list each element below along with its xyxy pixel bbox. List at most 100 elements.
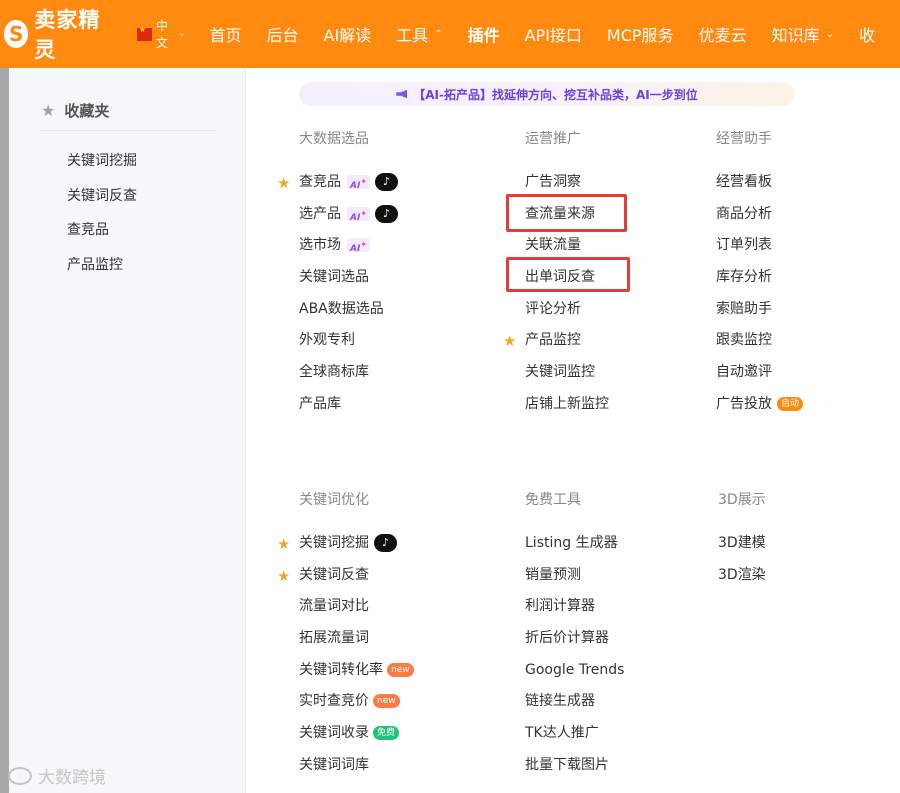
menu-item-keyword-reverse[interactable]: ★ 关键词反查	[277, 565, 414, 597]
section-title: 3D展示	[718, 492, 766, 508]
nav-label: MCP服务	[606, 26, 674, 45]
window-left-edge	[0, 68, 9, 793]
watermark-text: 大数跨境	[38, 768, 106, 788]
menu-item-label: 3D建模	[718, 535, 766, 551]
menu-item-label: 关键词词库	[299, 756, 369, 773]
menu-item-label: 全球商标库	[299, 364, 369, 381]
highlight-box-order-keyword	[506, 257, 630, 292]
nav-knowledge[interactable]: 知识库 ⌄	[772, 22, 834, 46]
star-icon[interactable]: ★	[277, 534, 290, 554]
star-icon: ★	[41, 101, 56, 120]
tiktok-icon: ♪	[374, 534, 397, 552]
menu-item-select-product[interactable]: 选产品 AI✦ ♪	[299, 204, 399, 236]
favorites-list: 关键词挖掘 关键词反查 查竞品 产品监控	[67, 151, 137, 289]
menu-item-google-trends[interactable]: Google Trends	[525, 660, 624, 692]
nav-label: API接口	[524, 26, 582, 45]
nav-tools[interactable]: 工具 ⌃	[396, 22, 442, 46]
menu-item-competitor[interactable]: ★ 查竞品 AI✦ ♪	[277, 172, 399, 204]
menu-item-order-list[interactable]: 订单列表	[716, 235, 803, 267]
menu-item-profit-calculator[interactable]: 利润计算器	[525, 596, 624, 628]
menu-item-inventory[interactable]: 库存分析	[716, 267, 803, 299]
top-nav-bar: S 卖家精灵 中文 ⌄ 首页 后台 AI解读 工具 ⌃ 插件 API接口 MCP服…	[0, 0, 900, 68]
menu-item-label: 产品库	[299, 395, 341, 412]
menu-item-keyword-mining[interactable]: ★ 关键词挖掘 ♪	[277, 533, 414, 565]
menu-item-3d-modeling[interactable]: 3D建模	[718, 533, 766, 565]
ai-badge-text: AI	[350, 212, 361, 223]
nav-label: 工具	[396, 26, 429, 45]
menu-item-realtime-bid[interactable]: 实时查竞价 new	[299, 691, 414, 723]
menu-item-design-patent[interactable]: 外观专利	[299, 330, 398, 362]
nav-api[interactable]: API接口	[525, 22, 582, 46]
nav-backend[interactable]: 后台	[266, 22, 298, 46]
language-label: 中文	[155, 19, 168, 50]
menu-item-hijack-monitor[interactable]: 跟卖监控	[716, 330, 803, 362]
menu-item-expand-keyword[interactable]: 拓展流量词	[299, 628, 414, 660]
menu-item-select-market[interactable]: 选市场 AI✦	[299, 235, 398, 267]
menu-item-keyword-conversion[interactable]: 关键词转化率 new	[299, 660, 414, 692]
menu-item-keyword-select[interactable]: 关键词选品	[299, 267, 398, 299]
menu-item-label: 库存分析	[716, 269, 772, 286]
menu-item-label: 折后价计算器	[525, 630, 609, 647]
tiktok-icon: ♪	[375, 173, 399, 191]
menu-item-ad-placement[interactable]: 广告投放 自动	[716, 394, 804, 426]
menu-item-bulk-image-download[interactable]: 批量下载图片	[525, 755, 624, 787]
nav-ai-insight[interactable]: AI解读	[324, 22, 372, 46]
menu-item-sales-forecast[interactable]: 销量预测	[525, 565, 624, 597]
section-business: 经营助手 经营看板 商品分析 订单列表 库存分析 索赔助手 跟卖监控 自动邀评 …	[716, 129, 804, 412]
section-title: 大数据选品	[299, 131, 369, 147]
menu-item-store-new-monitor[interactable]: 店铺上新监控	[525, 394, 609, 426]
nav-youmaiyun[interactable]: 优麦云	[699, 22, 747, 46]
favorite-item-keyword-mining[interactable]: 关键词挖掘	[67, 151, 137, 186]
menu-item-keyword-library[interactable]: 关键词词库	[299, 755, 414, 787]
section-big-data: 大数据选品 ★ 查竞品 AI✦ ♪ 选产品 AI✦ ♪ 选市场 AI✦ 关键词选…	[277, 129, 399, 412]
menu-item-aba-data[interactable]: ABA数据选品	[299, 299, 398, 331]
menu-item-dashboard[interactable]: 经营看板	[716, 172, 803, 204]
menu-item-label: 选产品	[299, 205, 341, 222]
divider	[39, 130, 215, 131]
nav-truncated[interactable]: 收	[859, 22, 875, 46]
menu-item-keyword-compare[interactable]: 流量词对比	[299, 596, 414, 628]
menu-item-listing-generator[interactable]: Listing 生成器	[525, 533, 624, 565]
menu-item-tk-influencer[interactable]: TK达人推广	[525, 723, 624, 755]
menu-item-link-generator[interactable]: 链接生成器	[525, 691, 624, 723]
menu-item-product-analysis[interactable]: 商品分析	[716, 204, 803, 236]
star-icon[interactable]: ★	[277, 173, 290, 193]
section-title: 经营助手	[716, 131, 772, 147]
nav-home[interactable]: 首页	[209, 22, 241, 46]
menu-item-claim-assistant[interactable]: 索赔助手	[716, 299, 803, 331]
brand-logo-icon: S	[4, 20, 29, 48]
favorite-item-keyword-reverse[interactable]: 关键词反查	[67, 186, 137, 221]
menu-item-label: 关键词收录	[299, 725, 369, 742]
ai-badge-text: AI	[350, 181, 361, 191]
star-icon[interactable]: ★	[277, 566, 290, 586]
menu-item-keyword-index[interactable]: 关键词收录 免费	[299, 723, 414, 755]
language-selector[interactable]: 中文 ⌄	[136, 17, 185, 51]
star-icon[interactable]: ★	[503, 331, 516, 351]
new-badge: new	[387, 662, 414, 677]
nav-label: 后台	[266, 26, 299, 45]
menu-item-keyword-monitor[interactable]: 关键词监控	[525, 362, 609, 394]
favorite-item-product-monitor[interactable]: 产品监控	[67, 255, 137, 290]
menu-item-3d-render[interactable]: 3D渲染	[718, 565, 766, 597]
menu-item-label: 3D渲染	[718, 566, 766, 583]
nav-label: 首页	[209, 26, 242, 45]
favorite-item-competitor[interactable]: 查竞品	[67, 220, 137, 255]
menu-item-discount-calculator[interactable]: 折后价计算器	[525, 628, 624, 660]
menu-item-product-db[interactable]: 产品库	[299, 394, 398, 426]
menu-item-label: 产品监控	[525, 332, 581, 349]
menu-item-label: 广告洞察	[525, 174, 581, 190]
chevron-up-icon: ⌃	[434, 28, 443, 40]
nav-plugin[interactable]: 插件	[468, 22, 500, 46]
nav-mcp[interactable]: MCP服务	[607, 22, 674, 46]
menu-item-product-monitor[interactable]: ★ 产品监控	[503, 330, 609, 362]
menu-item-auto-review[interactable]: 自动邀评	[716, 362, 803, 394]
menu-item-label: 商品分析	[716, 205, 772, 222]
menu-item-label: 索赔助手	[716, 300, 772, 317]
menu-item-review-analysis[interactable]: 评论分析	[525, 299, 609, 331]
menu-item-label: 自动邀评	[716, 364, 772, 381]
favorites-title: 收藏夹	[64, 102, 110, 120]
menu-item-trademark[interactable]: 全球商标库	[299, 362, 398, 394]
watermark: 大数跨境	[8, 763, 106, 788]
brand-logo[interactable]: S 卖家精灵	[4, 4, 111, 64]
promo-banner[interactable]: 【AI-拓产品】找延伸方向、挖互补品类，AI一步到位	[299, 82, 795, 106]
